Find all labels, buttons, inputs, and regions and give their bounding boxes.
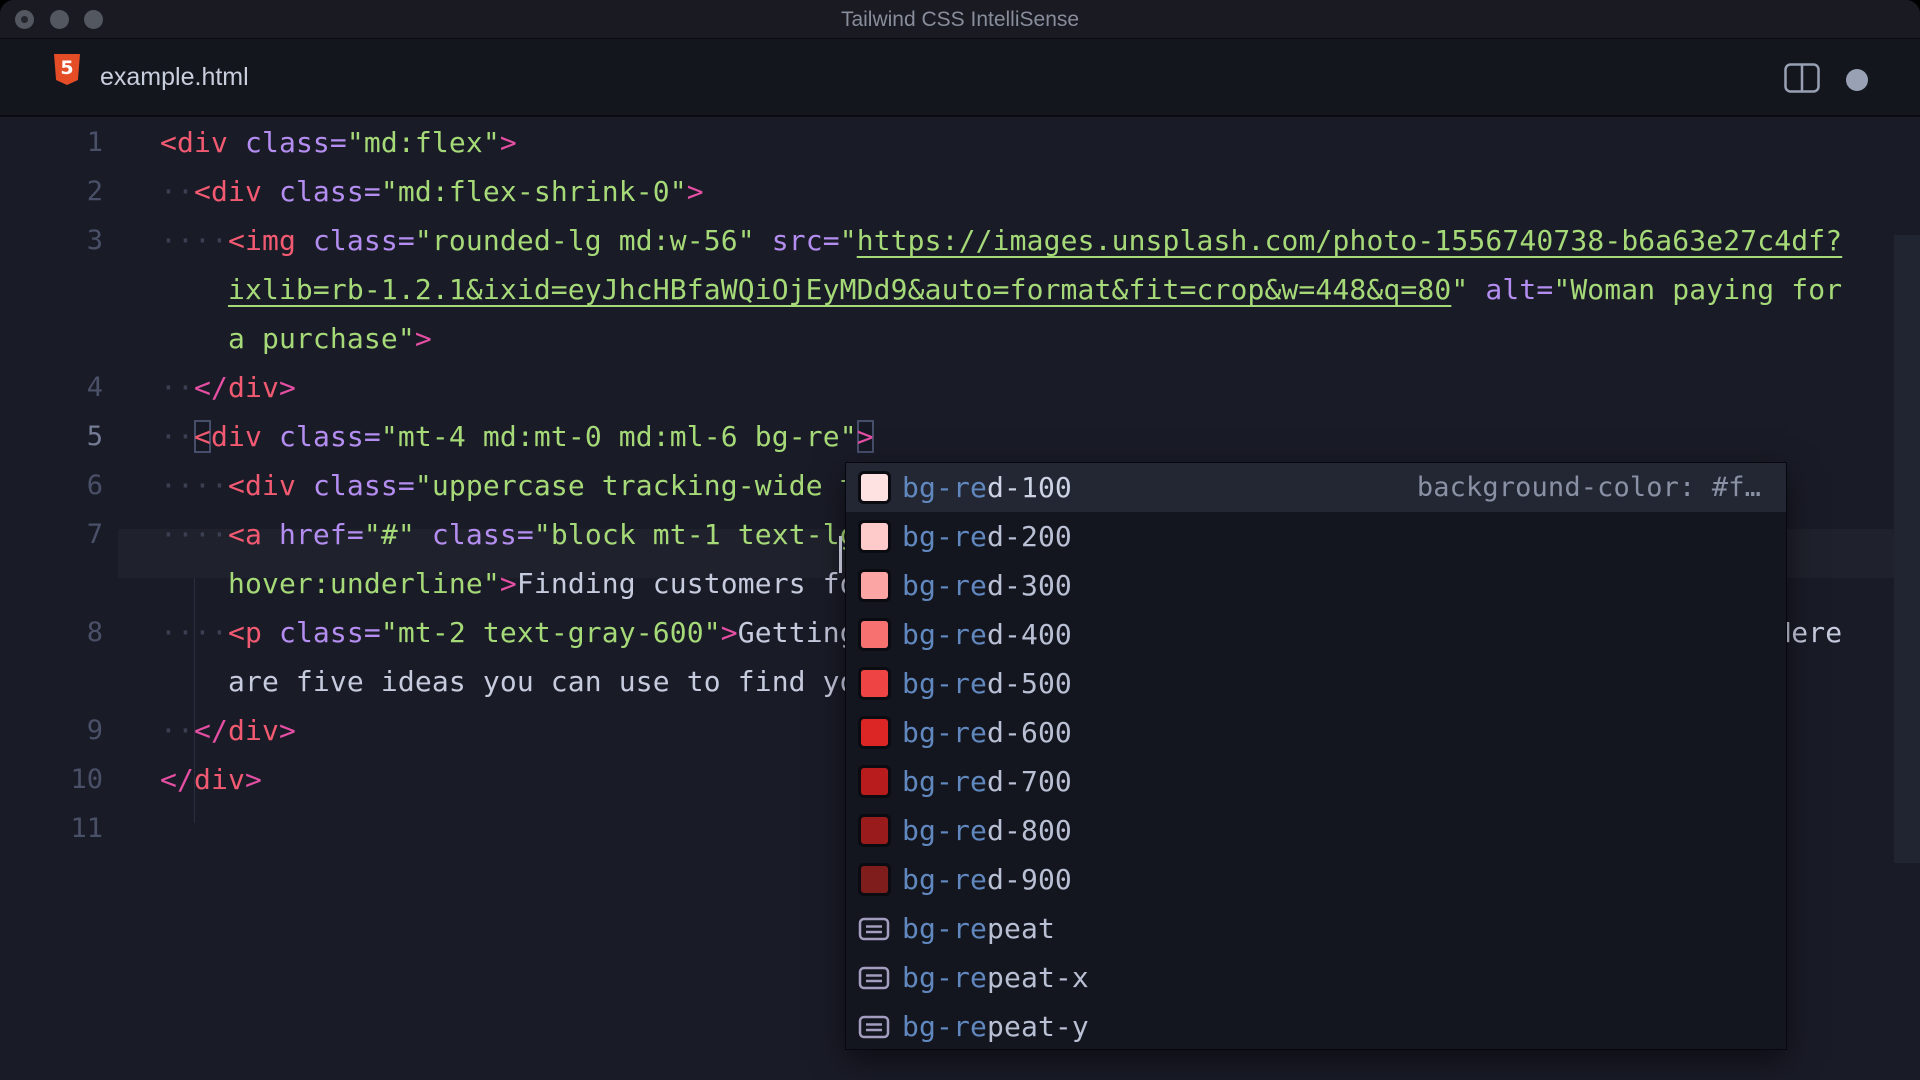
color-swatch-icon [860, 817, 888, 844]
scrollbar-slider[interactable] [1894, 235, 1920, 863]
suggestion-label: bg-red-100 [902, 471, 1072, 504]
suggestion-label: bg-red-600 [902, 716, 1072, 749]
line-number: 8 [86, 617, 103, 648]
tab-bar: 5 example.html [0, 39, 1920, 117]
line-number: 9 [86, 715, 103, 746]
code-line[interactable]: ··</div> [160, 706, 296, 755]
line-number: 6 [86, 470, 103, 501]
suggestion-bg-repeat-x[interactable]: bg-repeat-x [846, 953, 1786, 1002]
tab-filename: example.html [100, 63, 249, 91]
line-number: 10 [70, 764, 103, 795]
code-line[interactable]: <div class="md:flex"> [160, 118, 517, 167]
suggestion-bg-red-600[interactable]: bg-red-600 [846, 708, 1786, 757]
color-swatch-icon [860, 523, 888, 550]
text-cursor [839, 536, 842, 573]
line-number: 1 [86, 127, 103, 158]
split-editor-icon[interactable] [1784, 63, 1820, 98]
scrollbar[interactable] [1894, 234, 1920, 1080]
code-line[interactable]: ····<img class="rounded-lg md:w-56" src=… [160, 216, 1842, 265]
line-number: 2 [86, 176, 103, 207]
unsaved-indicator-dot[interactable] [1846, 69, 1868, 91]
suggestion-label: bg-repeat-x [902, 961, 1089, 994]
color-swatch-icon [860, 572, 888, 599]
suggestion-bg-red-700[interactable]: bg-red-700 [846, 757, 1786, 806]
intellisense-popup: bg-red-100 background-color: #f… bg-red-20… [845, 462, 1787, 1050]
suggestion-bg-red-200[interactable]: bg-red-200 [846, 512, 1786, 561]
suggestion-label: bg-red-500 [902, 667, 1072, 700]
titlebar: Tailwind CSS IntelliSense [0, 0, 1920, 39]
line-number: 3 [86, 225, 103, 256]
suggestion-bg-repeat-y[interactable]: bg-repeat-y [846, 1002, 1786, 1051]
html5-icon: 5 [54, 54, 80, 85]
suggestion-bg-red-900[interactable]: bg-red-900 [846, 855, 1786, 904]
line-number: 7 [86, 519, 103, 550]
suggestion-label: bg-red-900 [902, 863, 1072, 896]
property-icon [846, 964, 902, 992]
color-swatch-icon [860, 719, 888, 746]
suggestion-detail: background-color: #f… [1416, 472, 1761, 503]
color-swatch-icon [860, 866, 888, 893]
suggestion-label: bg-red-200 [902, 520, 1072, 553]
suggestion-bg-red-100[interactable]: bg-red-100 background-color: #f… [846, 463, 1786, 512]
suggestion-label: bg-repeat-y [902, 1010, 1089, 1043]
property-icon [846, 915, 902, 943]
suggestion-label: bg-red-400 [902, 618, 1072, 651]
suggestion-label: bg-red-300 [902, 569, 1072, 602]
suggestion-bg-red-400[interactable]: bg-red-400 [846, 610, 1786, 659]
code-line[interactable]: ··<div class="mt-4 md:mt-0 md:ml-6 bg-re… [160, 412, 874, 461]
line-number: 11 [70, 813, 103, 844]
suggestion-bg-red-300[interactable]: bg-red-300 [846, 561, 1786, 610]
code-line[interactable]: ixlib=rb-1.2.1&ixid=eyJhcHBfaWQiOjEyMDd9… [160, 265, 1842, 314]
suggestion-label: bg-red-700 [902, 765, 1072, 798]
suggestion-bg-red-800[interactable]: bg-red-800 [846, 806, 1786, 855]
suggestion-label: bg-red-800 [902, 814, 1072, 847]
property-icon [846, 1013, 902, 1041]
color-swatch-icon [860, 621, 888, 648]
window-title: Tailwind CSS IntelliSense [840, 8, 1080, 31]
line-number: 5 [86, 421, 103, 452]
suggestion-bg-repeat[interactable]: bg-repeat [846, 904, 1786, 953]
app-window: Tailwind CSS IntelliSense 5 example.html… [0, 0, 1920, 1080]
suggestion-bg-red-500[interactable]: bg-red-500 [846, 659, 1786, 708]
color-swatch-icon [860, 768, 888, 795]
code-line[interactable]: a purchase"> [160, 314, 432, 363]
code-line[interactable]: ··<div class="md:flex-shrink-0"> [160, 167, 704, 216]
color-swatch-icon [860, 474, 888, 501]
code-line[interactable]: </div> [160, 755, 262, 804]
suggestion-label: bg-repeat [902, 912, 1055, 945]
color-swatch-icon [860, 670, 888, 697]
line-number: 4 [86, 372, 103, 403]
code-line[interactable]: ··</div> [160, 363, 296, 412]
